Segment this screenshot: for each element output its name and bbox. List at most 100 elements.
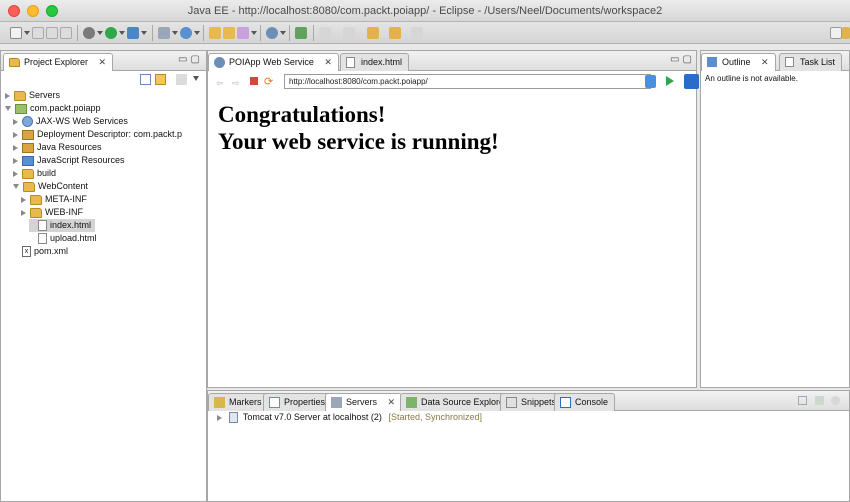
debug-server-icon[interactable] — [798, 396, 807, 405]
tree-item[interactable]: Servers — [5, 89, 60, 102]
tree-item[interactable]: META-INF — [21, 193, 87, 206]
web-services-icon — [22, 116, 33, 128]
link-with-editor-icon[interactable] — [155, 74, 166, 85]
go-icon[interactable] — [666, 76, 674, 86]
url-dropdown-icon[interactable] — [645, 75, 656, 88]
java-resources-icon — [22, 142, 34, 153]
view-menu-icon[interactable] — [176, 74, 187, 85]
tree-item-label: Java Resources — [37, 142, 102, 152]
new-icon[interactable] — [10, 27, 22, 39]
search-dropdown-icon[interactable] — [251, 31, 257, 35]
new-server-dropdown-icon[interactable] — [172, 31, 178, 35]
chevron-right-icon[interactable] — [21, 196, 26, 203]
tomcat-server-icon — [228, 412, 238, 424]
task-list-icon — [785, 57, 794, 67]
close-icon[interactable]: ✕ — [99, 57, 107, 67]
server-entry[interactable]: Tomcat v7.0 Server at localhost (2) [Sta… — [217, 412, 482, 424]
tree-item[interactable]: WebContent — [13, 180, 88, 193]
tree-item[interactable]: com.packt.poiapp — [5, 102, 101, 115]
collapse-all-icon[interactable] — [140, 74, 151, 85]
outline-message: An outline is not available. — [705, 74, 798, 83]
tab-label: Project Explorer — [24, 57, 89, 67]
chevron-right-icon[interactable] — [5, 92, 10, 99]
last-edit-location-icon[interactable] — [367, 27, 379, 39]
tab-label: Properties — [284, 397, 326, 407]
print-icon[interactable] — [60, 27, 72, 39]
tab-poiapp-web-service[interactable]: POIApp Web Service ✕ — [208, 53, 339, 71]
web-browser-dropdown-icon[interactable] — [194, 31, 200, 35]
open-external-browser-icon[interactable] — [684, 74, 699, 89]
external-tools-dropdown-icon[interactable] — [141, 31, 147, 35]
chevron-right-icon[interactable] — [13, 118, 18, 125]
tab-index-html[interactable]: index.html — [340, 53, 410, 71]
back-icon[interactable]: ⇦ — [216, 78, 224, 89]
tree-item[interactable]: build — [13, 167, 56, 180]
url-input[interactable] — [284, 74, 651, 89]
tree-item[interactable]: x pom.xml — [13, 245, 68, 258]
tree-item[interactable]: JAX-WS Web Services — [13, 115, 128, 128]
globe-icon[interactable] — [266, 27, 278, 39]
outline-icon — [707, 57, 717, 67]
minimize-maximize-icon[interactable]: ▭▢ — [178, 54, 203, 65]
new-dropdown-icon[interactable] — [24, 31, 30, 35]
start-server-icon[interactable] — [814, 396, 824, 405]
tree-item[interactable]: Java Resources — [13, 141, 102, 154]
tab-console[interactable]: Console — [554, 393, 616, 411]
web-browser-icon[interactable] — [180, 27, 192, 39]
tree-item[interactable]: index.html — [29, 219, 96, 232]
tab-markers[interactable]: Markers — [208, 393, 269, 411]
search-icon[interactable] — [237, 27, 249, 39]
back-icon[interactable] — [389, 27, 401, 39]
save-icon[interactable] — [32, 27, 44, 39]
chevron-right-icon[interactable] — [13, 131, 18, 138]
stop-icon[interactable] — [250, 77, 258, 85]
tree-item[interactable]: Deployment Descriptor: com.packt.p — [13, 128, 182, 141]
tree-item[interactable]: JavaScript Resources — [13, 154, 125, 167]
chevron-right-icon[interactable] — [13, 170, 18, 177]
forward-icon[interactable] — [411, 27, 423, 39]
chevron-down-icon[interactable] — [193, 76, 199, 81]
chevron-right-icon[interactable] — [217, 414, 222, 421]
refresh-icon[interactable]: ⟳ — [264, 75, 273, 88]
tree-item-label: JAX-WS Web Services — [36, 116, 128, 126]
close-icon[interactable]: ✕ — [388, 397, 396, 407]
open-type-icon[interactable] — [209, 27, 221, 39]
chevron-down-icon[interactable] — [13, 184, 19, 190]
save-all-icon[interactable] — [46, 27, 58, 39]
open-perspective-icon[interactable] — [830, 27, 842, 39]
tab-properties[interactable]: Properties — [263, 393, 333, 411]
chevron-right-icon[interactable] — [13, 144, 18, 151]
annotation-icon[interactable] — [295, 27, 307, 39]
tab-data-source-explorer[interactable]: Data Source Explorer — [400, 393, 515, 411]
minimize-maximize-icon[interactable]: ▭▢ — [670, 54, 695, 65]
tree-item[interactable]: upload.html — [29, 232, 97, 245]
tab-outline[interactable]: Outline ✕ — [701, 53, 776, 71]
debug-icon[interactable] — [83, 27, 95, 39]
external-tools-icon[interactable] — [127, 27, 139, 39]
chevron-right-icon[interactable] — [13, 157, 18, 164]
chevron-down-icon[interactable] — [5, 106, 11, 112]
tab-task-list[interactable]: Task List — [779, 53, 843, 71]
previous-annotation-icon[interactable] — [343, 27, 355, 39]
forward-icon[interactable]: ⇨ — [232, 78, 240, 89]
chevron-right-icon[interactable] — [21, 209, 26, 216]
tree-item-label: JavaScript Resources — [37, 155, 125, 165]
debug-dropdown-icon[interactable] — [97, 31, 103, 35]
java-ee-perspective-icon[interactable] — [842, 27, 850, 39]
close-icon[interactable]: ✕ — [761, 57, 769, 67]
profile-server-icon[interactable] — [831, 396, 841, 405]
open-resource-icon[interactable] — [223, 27, 235, 39]
close-icon[interactable]: ✕ — [324, 57, 332, 67]
run-icon[interactable] — [105, 27, 117, 39]
new-server-icon[interactable] — [158, 27, 170, 39]
tree-item-label: META-INF — [45, 194, 87, 204]
tree-item[interactable]: WEB-INF — [21, 206, 83, 219]
tab-project-explorer[interactable]: Project Explorer ✕ — [3, 53, 114, 71]
run-dropdown-icon[interactable] — [119, 31, 125, 35]
next-annotation-icon[interactable] — [319, 27, 331, 39]
tab-servers[interactable]: Servers ✕ — [325, 393, 403, 411]
outline-panel: Outline ✕ Task List An outline is not av… — [700, 50, 850, 388]
globe-dropdown-icon[interactable] — [280, 31, 286, 35]
toolbar-separator — [289, 25, 290, 41]
html-file-icon — [38, 220, 47, 232]
